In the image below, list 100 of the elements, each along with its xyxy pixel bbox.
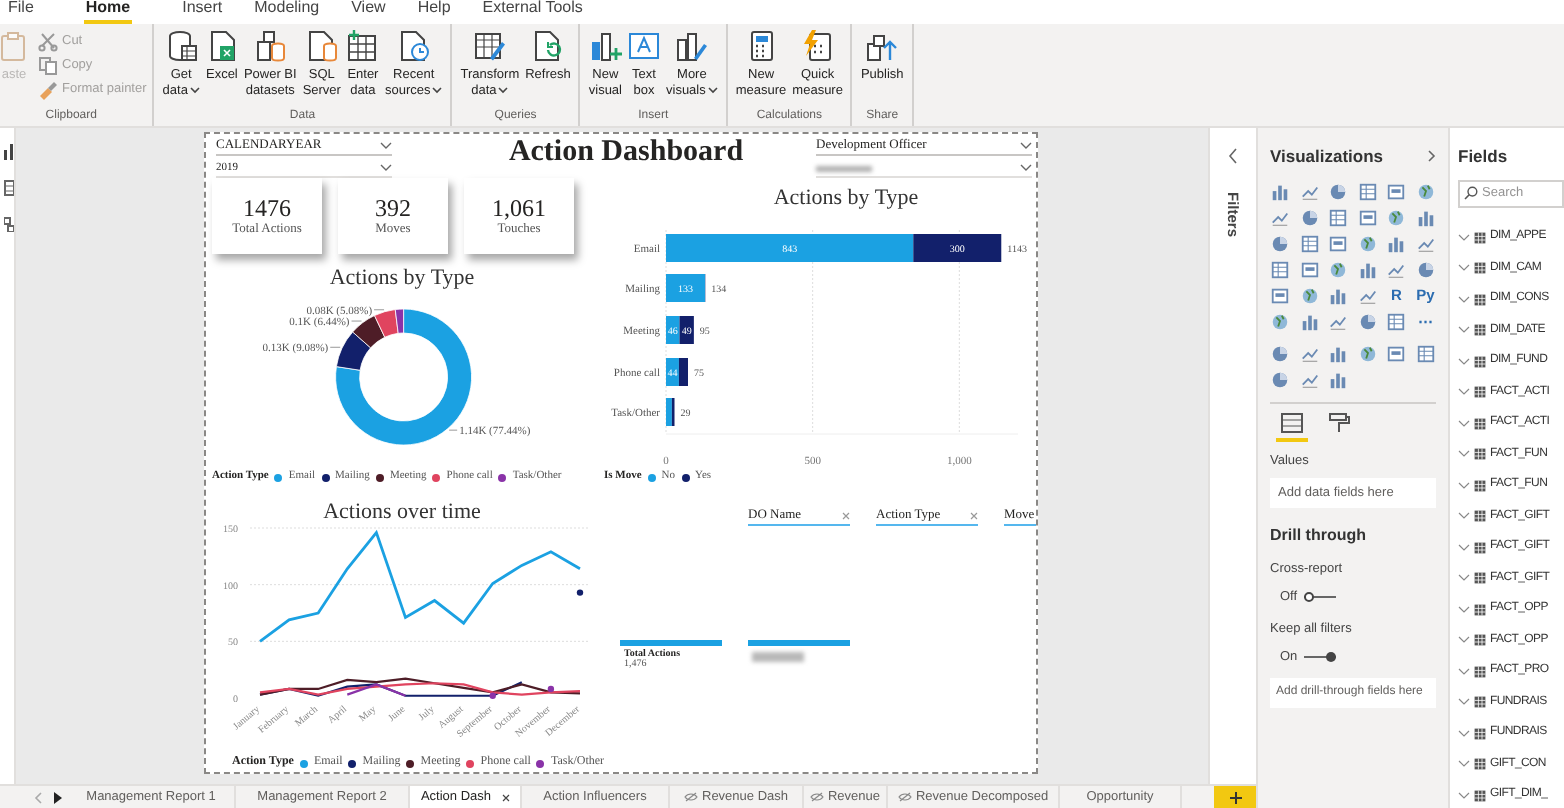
leader-line (373, 309, 385, 311)
card-icon[interactable] (1386, 343, 1406, 364)
close-icon[interactable] (842, 512, 850, 520)
menu-tab[interactable]: Help (415, 0, 453, 24)
chevron-down-icon (1458, 574, 1470, 582)
globe-icon[interactable] (1415, 181, 1435, 202)
table-pencil-icon (473, 30, 506, 62)
calculator-icon (745, 30, 778, 62)
pie-chart-icon[interactable] (1299, 207, 1319, 228)
pie-chart-icon[interactable] (1270, 233, 1290, 254)
globe-icon[interactable] (1299, 285, 1319, 306)
line-chart-icon[interactable] (1328, 311, 1348, 332)
caret-icon (707, 86, 718, 95)
table-icon[interactable] (1328, 207, 1348, 228)
table-icon[interactable] (1415, 343, 1435, 364)
table-icon[interactable] (1386, 311, 1406, 332)
table-icon[interactable] (4, 180, 14, 196)
text-box-icon (628, 30, 660, 62)
table-icon (346, 30, 379, 62)
table-icon (1474, 696, 1486, 708)
line-chart-icon[interactable] (1415, 233, 1435, 254)
menu-tab[interactable]: File (6, 0, 36, 24)
card-icon[interactable] (1328, 233, 1348, 254)
card-icon[interactable] (1386, 181, 1406, 202)
table-icon (1474, 510, 1486, 522)
card-icon[interactable] (1270, 285, 1290, 306)
pie-chart-icon[interactable] (1415, 259, 1435, 280)
line-chart-icon[interactable] (1270, 207, 1290, 228)
model-icon[interactable] (4, 216, 14, 232)
chevron-down-icon (1458, 636, 1470, 644)
plus-icon (1229, 791, 1241, 803)
eye-slash-icon (897, 792, 912, 802)
close-icon (501, 793, 510, 801)
clipboard-icon (0, 30, 30, 62)
card-icon[interactable] (1299, 259, 1319, 280)
globe-icon[interactable] (1357, 233, 1377, 254)
bar (620, 640, 722, 646)
table-icon (1474, 417, 1486, 429)
table-icon (1474, 634, 1486, 646)
kpi-value: 1,061 (492, 195, 546, 221)
document-icon (305, 30, 338, 62)
upload-icon (866, 30, 899, 62)
globe-icon[interactable] (1357, 343, 1377, 364)
pie-chart-icon[interactable] (1357, 311, 1377, 332)
eye-slash-icon (809, 792, 824, 802)
close-icon[interactable] (970, 512, 978, 520)
dropdown-field[interactable] (816, 160, 1032, 178)
chevron-down-icon (1458, 233, 1470, 241)
chevron-down-icon (380, 164, 392, 172)
globe-icon[interactable] (1386, 207, 1406, 228)
chevron-down-icon (1020, 164, 1032, 172)
pie-chart-icon[interactable] (1328, 181, 1348, 202)
toggle-switch[interactable] (1303, 651, 1336, 662)
pie-chart-icon[interactable] (1270, 369, 1290, 390)
menu-tab[interactable]: View (349, 0, 388, 24)
chevron-down-icon (1458, 760, 1470, 768)
chart-title: Actions by Type (773, 186, 919, 210)
refresh-document-icon (531, 30, 564, 62)
chevron-right-icon[interactable] (1428, 150, 1436, 163)
line-chart-icon[interactable] (1299, 343, 1319, 364)
card-icon[interactable] (1357, 207, 1377, 228)
bar-chart-icon (589, 30, 622, 62)
menu-tab[interactable]: External Tools (480, 0, 585, 24)
pane-tab[interactable] (1276, 411, 1308, 442)
chevron-down-icon (380, 141, 392, 149)
line-chart-icon[interactable] (1299, 369, 1319, 390)
table-icon (1474, 231, 1486, 243)
add-page-button[interactable] (1214, 786, 1256, 808)
redacted-text (752, 652, 804, 662)
kpi-value: 392 (375, 195, 411, 221)
table-icon (1474, 262, 1486, 274)
chevron-down-icon (1020, 141, 1032, 149)
line-chart-icon[interactable] (1299, 181, 1319, 202)
table-icon (1474, 355, 1486, 367)
globe-icon[interactable] (1270, 311, 1290, 332)
play-icon[interactable] (54, 791, 62, 803)
globe-icon[interactable] (1328, 259, 1348, 280)
scissors-icon (38, 32, 58, 52)
table-icon (1474, 324, 1486, 336)
chevron-down-icon (1458, 450, 1470, 458)
pie-chart-icon[interactable] (1270, 343, 1290, 364)
table-icon[interactable] (1270, 259, 1290, 280)
table-icon (1474, 603, 1486, 615)
line-chart-icon[interactable] (1386, 259, 1406, 280)
table-icon (1474, 727, 1486, 739)
table-icon[interactable] (1299, 233, 1319, 254)
clock-document-icon (397, 30, 430, 62)
line-chart-icon[interactable] (1357, 285, 1377, 306)
menu-tab[interactable]: Insert (180, 0, 225, 24)
section-title: Drill through (1270, 524, 1368, 549)
table-icon[interactable] (1357, 181, 1377, 202)
caret-icon (432, 86, 443, 95)
table-icon (1474, 386, 1486, 398)
toggle-switch[interactable] (1303, 592, 1336, 603)
menu-tab[interactable]: Modeling (252, 0, 322, 24)
table-icon (1474, 479, 1486, 491)
chevron-left-icon[interactable] (1228, 148, 1238, 164)
chevron-down-icon (1458, 388, 1470, 396)
bar-chart-icon[interactable] (4, 144, 14, 160)
leader-line (351, 320, 363, 322)
